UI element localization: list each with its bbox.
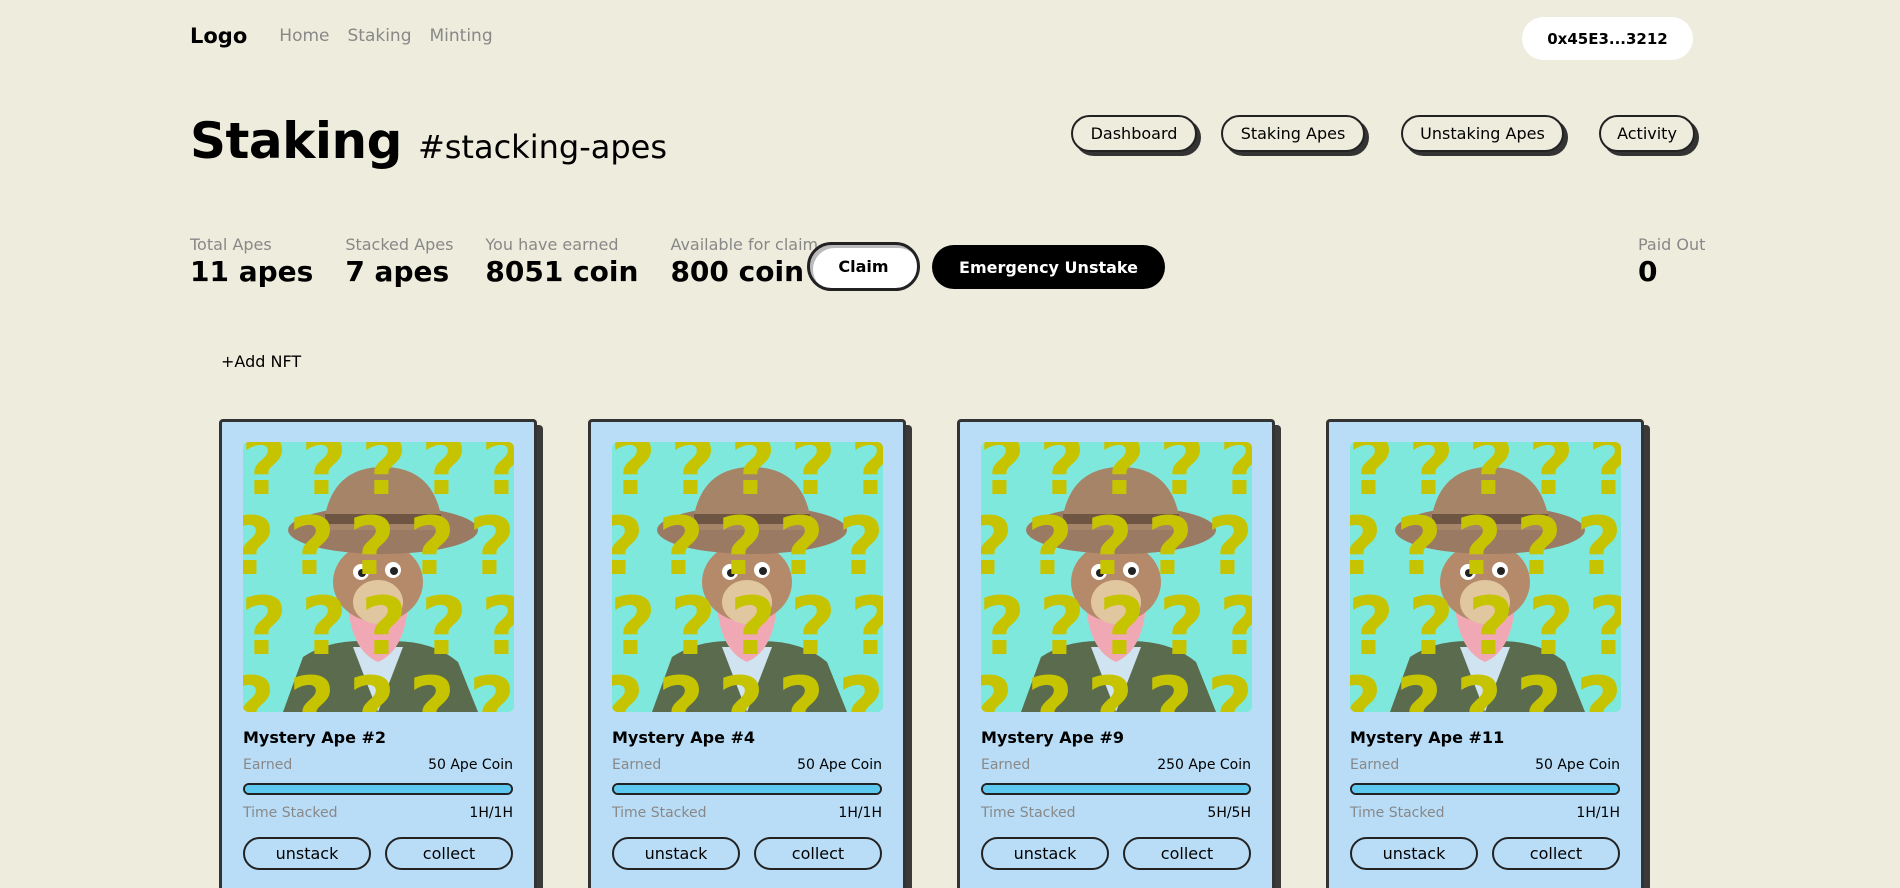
- progress-fill: [245, 785, 511, 793]
- time-stacked-label: Time Stacked: [981, 805, 1076, 821]
- add-nft-button[interactable]: +Add NFT: [221, 352, 301, 371]
- svg-text:?: ?: [289, 660, 335, 712]
- tab-bar: Dashboard Staking Apes Unstaking Apes Ac…: [1071, 115, 1695, 152]
- nft-image[interactable]: ????????????????????: [981, 442, 1252, 712]
- earned-label: Earned: [1350, 757, 1400, 773]
- unstack-button[interactable]: unstack: [981, 837, 1109, 870]
- svg-text:?: ?: [1207, 660, 1252, 712]
- earned-progress-bar: [1350, 783, 1620, 795]
- earned-value: 50 Ape Coin: [1535, 757, 1620, 773]
- nft-card: ???????????????????? Mystery Ape #4 Earn…: [588, 419, 906, 888]
- nft-image[interactable]: ????????????????????: [1350, 442, 1621, 712]
- stats-row: Total Apes 11 apes Stacked Apes 7 apes Y…: [190, 236, 850, 290]
- svg-text:?: ?: [718, 660, 764, 712]
- nft-card-grid: ???????????????????? Mystery Ape #2 Earn…: [219, 419, 1644, 888]
- time-stacked-label: Time Stacked: [1350, 805, 1445, 821]
- tab-unstaking-apes[interactable]: Unstaking Apes: [1401, 115, 1564, 152]
- tab-dashboard[interactable]: Dashboard: [1071, 115, 1197, 152]
- nft-image[interactable]: ????????????????????: [243, 442, 514, 712]
- page-title-tag: #stacking-apes: [417, 128, 668, 166]
- stat-value: 11 apes: [190, 255, 314, 288]
- svg-text:?: ?: [469, 660, 514, 712]
- page-title: Staking #stacking-apes: [190, 112, 667, 170]
- svg-text:?: ?: [349, 660, 395, 712]
- svg-text:?: ?: [658, 660, 704, 712]
- collect-button[interactable]: collect: [1123, 837, 1251, 870]
- nft-card: ???????????????????? Mystery Ape #11 Ear…: [1326, 419, 1644, 888]
- svg-text:?: ?: [1576, 660, 1621, 712]
- nft-name: Mystery Ape #4: [612, 728, 756, 747]
- stat-earned: You have earned 8051 coin: [485, 236, 638, 290]
- nft-name: Mystery Ape #11: [1350, 728, 1505, 747]
- svg-text:?: ?: [1147, 660, 1193, 712]
- nft-image[interactable]: ????????????????????: [612, 442, 883, 712]
- nft-name: Mystery Ape #9: [981, 728, 1125, 747]
- unstack-button[interactable]: unstack: [243, 837, 371, 870]
- top-nav: Logo Home Staking Minting: [190, 24, 511, 48]
- page-title-main: Staking: [190, 112, 402, 170]
- stat-total-apes: Total Apes 11 apes: [190, 236, 313, 290]
- stat-value: 8051 coin: [485, 255, 639, 288]
- svg-text:?: ?: [838, 660, 883, 712]
- collect-button[interactable]: collect: [754, 837, 882, 870]
- stat-available-claim: Available for claim 800 coin: [670, 236, 818, 290]
- stat-stacked-apes: Stacked Apes 7 apes: [345, 236, 453, 290]
- earned-progress-bar: [612, 783, 882, 795]
- tab-activity[interactable]: Activity: [1599, 115, 1695, 152]
- svg-text:?: ?: [1350, 660, 1382, 712]
- stat-paid-out: Paid Out 0: [1638, 236, 1705, 290]
- svg-text:?: ?: [1087, 660, 1133, 712]
- time-stacked-value: 1H/1H: [1576, 805, 1620, 821]
- earned-label: Earned: [981, 757, 1031, 773]
- time-stacked-label: Time Stacked: [243, 805, 338, 821]
- earned-value: 50 Ape Coin: [797, 757, 882, 773]
- stat-label: Total Apes: [190, 235, 272, 254]
- svg-text:?: ?: [1516, 660, 1562, 712]
- stat-label: Paid Out: [1638, 235, 1706, 254]
- collect-button[interactable]: collect: [385, 837, 513, 870]
- nav-link-staking[interactable]: Staking: [347, 26, 411, 46]
- earned-progress-bar: [243, 783, 513, 795]
- nav-link-minting[interactable]: Minting: [430, 26, 493, 46]
- wallet-address-button[interactable]: 0x45E3...3212: [1522, 17, 1693, 60]
- stat-value: 0: [1638, 255, 1658, 288]
- emergency-unstake-button[interactable]: Emergency Unstake: [932, 245, 1165, 289]
- svg-text:?: ?: [1027, 660, 1073, 712]
- nft-card: ???????????????????? Mystery Ape #9 Earn…: [957, 419, 1275, 888]
- svg-text:?: ?: [243, 660, 275, 712]
- unstack-button[interactable]: unstack: [1350, 837, 1478, 870]
- stat-label: Available for claim: [670, 235, 819, 254]
- progress-fill: [1352, 785, 1618, 793]
- stat-label: You have earned: [485, 235, 619, 254]
- stat-value: 7 apes: [345, 255, 450, 288]
- svg-text:?: ?: [409, 660, 455, 712]
- earned-value: 50 Ape Coin: [428, 757, 513, 773]
- tab-staking-apes[interactable]: Staking Apes: [1221, 115, 1365, 152]
- stat-value: 800 coin: [670, 255, 805, 288]
- earned-label: Earned: [612, 757, 662, 773]
- svg-text:?: ?: [981, 660, 1013, 712]
- nft-card: ???????????????????? Mystery Ape #2 Earn…: [219, 419, 537, 888]
- collect-button[interactable]: collect: [1492, 837, 1620, 870]
- nft-name: Mystery Ape #2: [243, 728, 387, 747]
- progress-fill: [614, 785, 880, 793]
- time-stacked-value: 1H/1H: [469, 805, 513, 821]
- unstack-button[interactable]: unstack: [612, 837, 740, 870]
- svg-text:?: ?: [1456, 660, 1502, 712]
- svg-text:?: ?: [612, 660, 644, 712]
- time-stacked-value: 5H/5H: [1207, 805, 1251, 821]
- time-stacked-label: Time Stacked: [612, 805, 707, 821]
- stat-label: Stacked Apes: [345, 235, 454, 254]
- svg-text:?: ?: [778, 660, 824, 712]
- nav-link-home[interactable]: Home: [279, 26, 329, 46]
- earned-label: Earned: [243, 757, 293, 773]
- earned-value: 250 Ape Coin: [1157, 757, 1251, 773]
- claim-button[interactable]: Claim: [807, 242, 920, 291]
- svg-text:?: ?: [1396, 660, 1442, 712]
- logo[interactable]: Logo: [190, 24, 247, 48]
- earned-progress-bar: [981, 783, 1251, 795]
- time-stacked-value: 1H/1H: [838, 805, 882, 821]
- progress-fill: [983, 785, 1249, 793]
